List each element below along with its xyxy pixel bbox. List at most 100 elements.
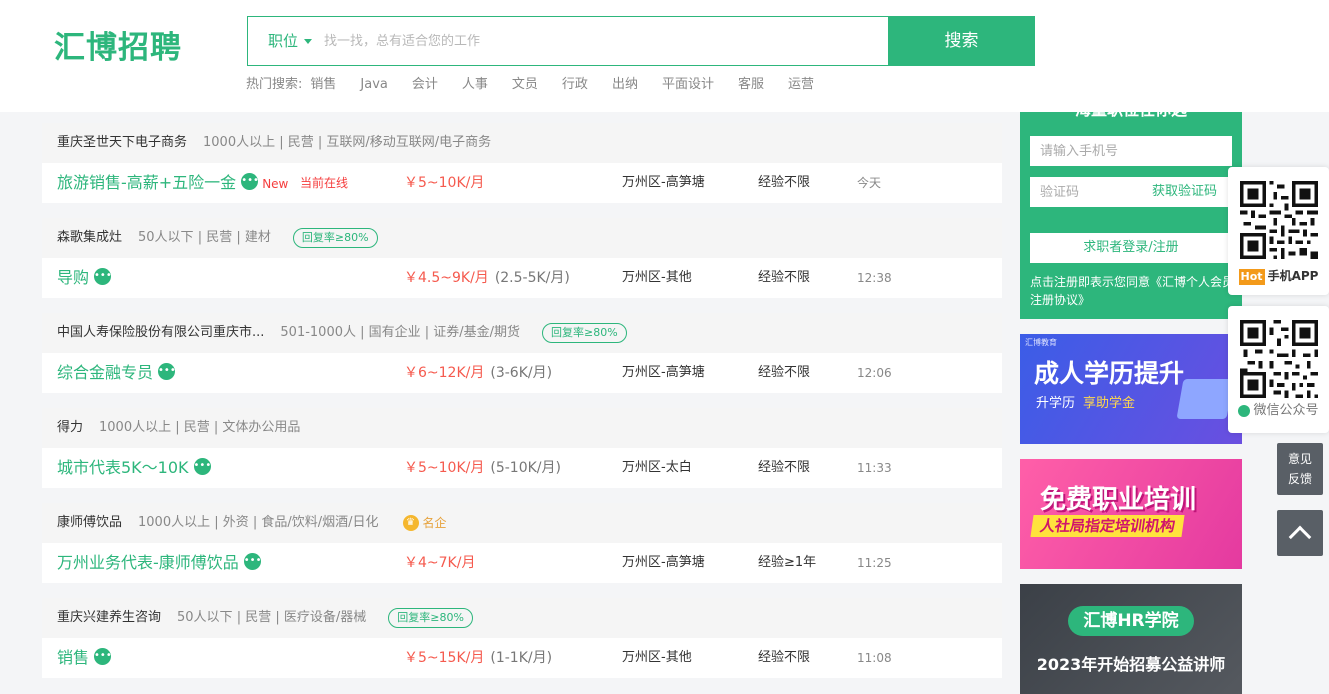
hot-keyword[interactable]: 销售 bbox=[310, 76, 336, 94]
salary-base: (5-10K/月) bbox=[490, 460, 561, 476]
company-row: 康师傅饮品 1000人以上 | 外资 | 食品/饮料/烟酒/日化 ♛ 名企 bbox=[42, 503, 1002, 543]
chevron-up-icon bbox=[1288, 525, 1312, 549]
search-category-label: 职位 bbox=[268, 32, 299, 50]
job-row[interactable]: 综合金融专员 ••• ￥6~12K/月 (3-6K/月) 万州区-高笋塘 经验不限 … bbox=[42, 353, 1002, 393]
company-info: 50人以下 | 民营 | 建材 bbox=[138, 230, 271, 245]
hot-keyword[interactable]: 客服 bbox=[738, 76, 764, 94]
banner-title: 汇博HR学院 bbox=[1068, 606, 1194, 636]
app-qr-label: 手机APP bbox=[1267, 269, 1319, 283]
job-card: 森歌集成灶 50人以下 | 民营 | 建材 回复率≥80% 导购 ••• ￥4.5~9… bbox=[42, 218, 1002, 298]
job-title[interactable]: 城市代表5K～10K ••• bbox=[57, 448, 211, 488]
get-code-button[interactable]: 获取验证码 bbox=[1152, 177, 1217, 207]
company-name[interactable]: 得力 bbox=[57, 408, 83, 448]
job-row[interactable]: 导购 ••• ￥4.5~9K/月 (2.5-5K/月) 万州区-其他 经验不限 12… bbox=[42, 258, 1002, 298]
chat-icon[interactable]: ••• bbox=[241, 173, 259, 190]
company-name[interactable]: 森歌集成灶 bbox=[57, 218, 122, 258]
search-button[interactable]: 搜索 bbox=[888, 16, 1035, 66]
company-name[interactable]: 康师傅饮品 bbox=[57, 503, 122, 543]
job-experience: 经验不限 bbox=[758, 460, 811, 475]
job-row[interactable]: 万州业务代表-康师傅饮品 ••• ￥4~7K/月 万州区-高笋塘 经验≥1年 11… bbox=[42, 543, 1002, 583]
phone-input[interactable] bbox=[1030, 136, 1232, 166]
hot-keyword[interactable]: Java bbox=[360, 76, 387, 94]
job-title[interactable]: 销售 ••• bbox=[57, 638, 112, 678]
job-location: 万州区-太白 bbox=[622, 460, 692, 475]
job-title-text: 旅游销售-高薪+五险一金 bbox=[57, 173, 237, 192]
back-to-top-button[interactable] bbox=[1277, 510, 1323, 556]
search-category-select[interactable]: 职位 bbox=[268, 17, 313, 65]
company-name[interactable]: 重庆兴建养生咨询 bbox=[57, 598, 161, 638]
hot-keyword[interactable]: 文员 bbox=[512, 76, 538, 94]
feedback-label-line2: 反馈 bbox=[1287, 472, 1312, 486]
job-experience: 经验不限 bbox=[758, 175, 811, 190]
job-title-text: 导购 bbox=[57, 268, 90, 287]
logo[interactable]: 汇博招聘 bbox=[54, 28, 182, 68]
salary-value: ￥4.5~9K/月 bbox=[404, 270, 489, 286]
salary-value: ￥4~7K/月 bbox=[404, 555, 476, 571]
feedback-button[interactable]: 意见 反馈 bbox=[1277, 443, 1323, 495]
chat-icon[interactable]: ••• bbox=[158, 363, 176, 380]
job-title-text: 万州业务代表-康师傅饮品 bbox=[57, 553, 239, 572]
banner-training[interactable]: 免费职业培训 人社局指定培训机构 bbox=[1020, 459, 1242, 569]
post-time: 11:33 bbox=[857, 461, 892, 475]
caret-down-icon bbox=[304, 39, 313, 44]
post-time: 今天 bbox=[857, 176, 882, 190]
salary-value: ￥5~15K/月 bbox=[404, 650, 485, 666]
company-row: 重庆兴建养生咨询 50人以下 | 民营 | 医疗设备/器械 回复率≥80% bbox=[42, 598, 1002, 638]
banner-subtitle: 升学历 享助学金 bbox=[1036, 392, 1135, 411]
job-title[interactable]: 万州业务代表-康师傅饮品 ••• bbox=[57, 543, 261, 583]
post-time: 12:06 bbox=[857, 366, 892, 380]
search-input[interactable] bbox=[324, 17, 874, 65]
banner-brand: 汇博教育 bbox=[1025, 338, 1057, 347]
company-row: 重庆圣世天下电子商务 1000人以上 | 民营 | 互联网/移动互联网/电子商务 bbox=[42, 123, 1002, 163]
job-title-text: 综合金融专员 bbox=[57, 363, 154, 382]
job-title-text: 销售 bbox=[57, 648, 90, 667]
company-name[interactable]: 中国人寿保险股份有限公司重庆市... bbox=[57, 313, 264, 353]
agreement-text[interactable]: 点击注册即表示您同意《汇博个人会员注册协议》 bbox=[1030, 273, 1235, 309]
salary-base: (2.5-5K/月) bbox=[494, 270, 570, 286]
wechat-qr-panel[interactable]: 微信公众号 bbox=[1228, 306, 1329, 433]
hot-keyword[interactable]: 平面设计 bbox=[662, 76, 714, 94]
qr-code-icon bbox=[1240, 320, 1318, 398]
banner-education[interactable]: 汇博教育 成人学历提升 升学历 享助学金 bbox=[1020, 334, 1242, 444]
job-location: 万州区-高笋塘 bbox=[622, 175, 705, 190]
wechat-icon bbox=[1238, 404, 1251, 417]
job-title[interactable]: 导购 ••• bbox=[57, 258, 112, 298]
hot-keyword[interactable]: 人事 bbox=[462, 76, 488, 94]
company-info: 1000人以上 | 民营 | 文体办公用品 bbox=[99, 420, 301, 435]
hot-keyword[interactable]: 运营 bbox=[788, 76, 814, 94]
chat-icon[interactable]: ••• bbox=[243, 553, 261, 570]
job-row[interactable]: 销售 ••• ￥5~15K/月 (1-1K/月) 万州区-其他 经验不限 11:08 bbox=[42, 638, 1002, 678]
job-experience: 经验不限 bbox=[758, 270, 811, 285]
search-box: 职位 bbox=[247, 16, 889, 66]
famous-label: 名企 bbox=[422, 515, 447, 530]
salary: ￥5~10K/月 (5-10K/月) bbox=[404, 448, 561, 488]
hot-keyword[interactable]: 出纳 bbox=[612, 76, 638, 94]
job-title[interactable]: 综合金融专员 ••• bbox=[57, 353, 176, 393]
job-location: 万州区-其他 bbox=[622, 270, 692, 285]
salary-value: ￥5~10K/月 bbox=[404, 460, 485, 476]
chat-icon[interactable]: ••• bbox=[94, 648, 112, 665]
job-experience: 经验≥1年 bbox=[758, 555, 817, 570]
salary-base: (1-1K/月) bbox=[490, 650, 553, 666]
new-tag: New bbox=[262, 177, 289, 191]
job-location: 万州区-高笋塘 bbox=[622, 555, 705, 570]
banner-hr-academy[interactable]: 汇博HR学院 2023年开始招募公益讲师 bbox=[1020, 584, 1242, 694]
chat-icon[interactable]: ••• bbox=[193, 458, 211, 475]
job-card: 重庆兴建养生咨询 50人以下 | 民营 | 医疗设备/器械 回复率≥80% 销售 ••… bbox=[42, 598, 1002, 678]
login-register-button[interactable]: 求职者登录/注册 bbox=[1030, 233, 1232, 263]
job-list: 重庆圣世天下电子商务 1000人以上 | 民营 | 互联网/移动互联网/电子商务 … bbox=[42, 123, 1002, 693]
hot-keyword[interactable]: 行政 bbox=[562, 76, 588, 94]
job-experience: 经验不限 bbox=[758, 650, 811, 665]
chat-icon[interactable]: ••• bbox=[94, 268, 112, 285]
company-row: 森歌集成灶 50人以下 | 民营 | 建材 回复率≥80% bbox=[42, 218, 1002, 258]
company-name[interactable]: 重庆圣世天下电子商务 bbox=[57, 123, 187, 163]
job-row[interactable]: 旅游销售-高薪+五险一金 ••• New 当前在线 ￥5~10K/月 万州区-高笋塘… bbox=[42, 163, 1002, 203]
salary: ￥6~12K/月 (3-6K/月) bbox=[404, 353, 552, 393]
reply-rate-badge: 回复率≥80% bbox=[388, 607, 473, 628]
app-qr-panel[interactable]: Hot 手机APP bbox=[1228, 167, 1329, 295]
salary-value: ￥6~12K/月 bbox=[404, 365, 485, 381]
company-row: 得力 1000人以上 | 民营 | 文体办公用品 bbox=[42, 408, 1002, 448]
hot-keyword[interactable]: 会计 bbox=[412, 76, 438, 94]
job-title[interactable]: 旅游销售-高薪+五险一金 ••• New bbox=[57, 163, 288, 204]
job-row[interactable]: 城市代表5K～10K ••• ￥5~10K/月 (5-10K/月) 万州区-太白 经… bbox=[42, 448, 1002, 488]
